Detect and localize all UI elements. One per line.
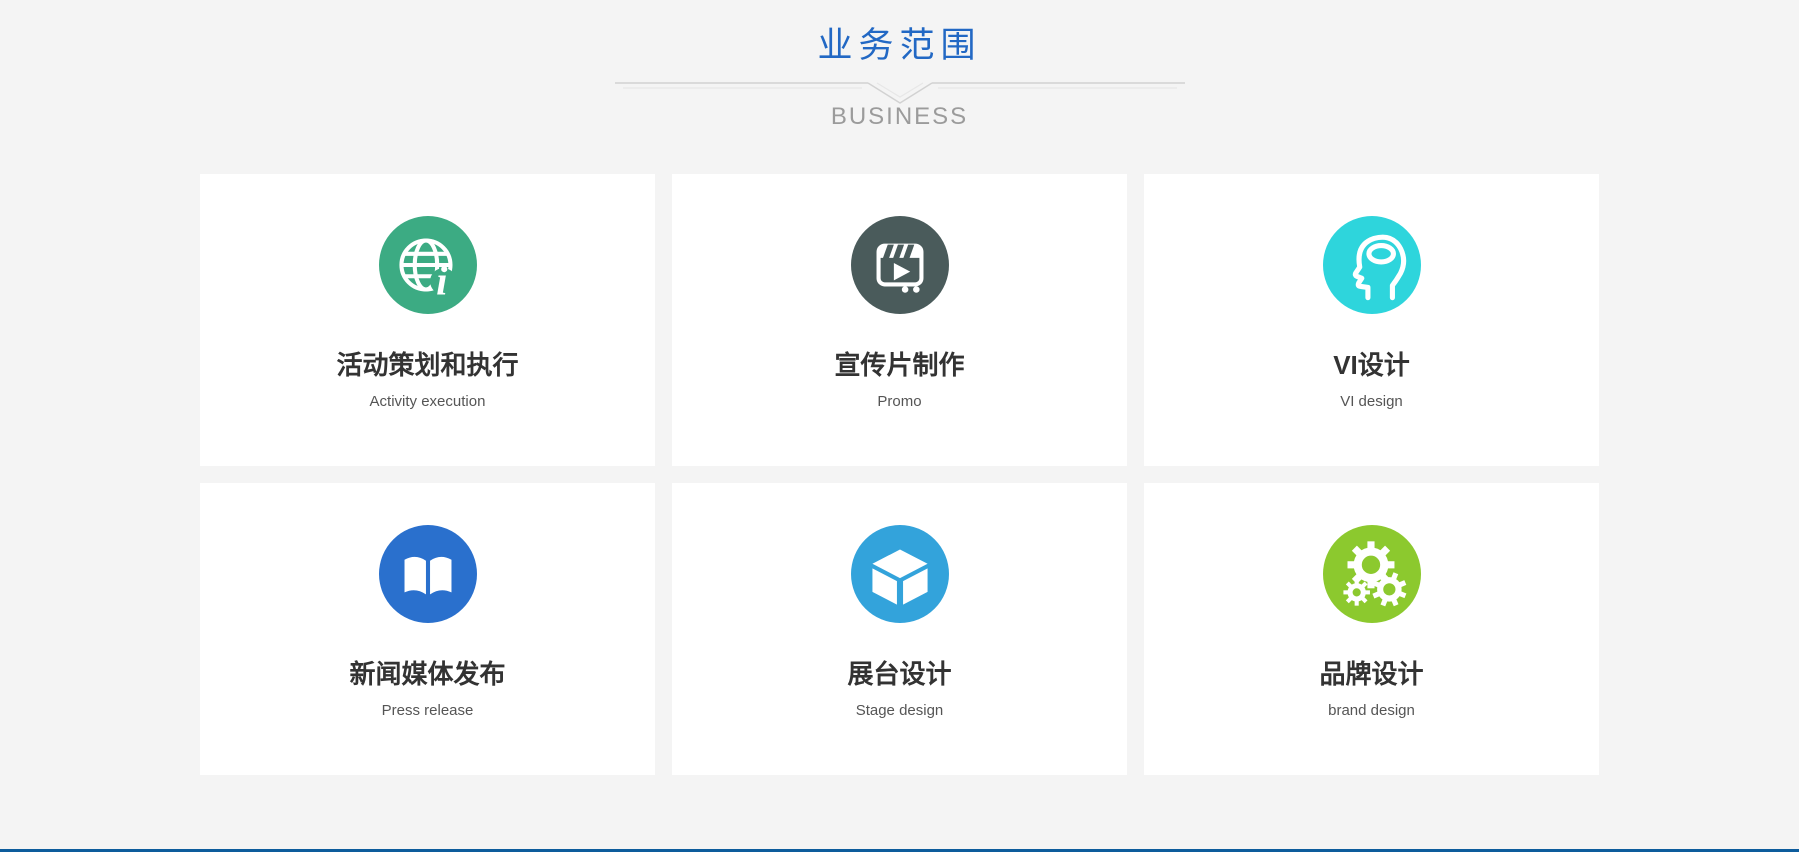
service-card-vi-design[interactable]: VI设计 VI design bbox=[1144, 174, 1599, 466]
service-title: 品牌设计 bbox=[1144, 656, 1599, 692]
service-subtitle: brand design bbox=[1144, 700, 1599, 721]
service-subtitle: Promo bbox=[672, 391, 1127, 412]
service-subtitle: Activity execution bbox=[200, 391, 655, 412]
service-title: 活动策划和执行 bbox=[200, 347, 655, 383]
service-title: 展台设计 bbox=[672, 656, 1127, 692]
service-card-activity-execution[interactable]: i 活动策划和执行 Activity execution bbox=[200, 174, 655, 466]
clapperboard-icon bbox=[851, 216, 949, 314]
cube-icon bbox=[851, 525, 949, 623]
service-title: 新闻媒体发布 bbox=[200, 656, 655, 692]
svg-text:i: i bbox=[436, 259, 448, 304]
page-subtitle: BUSINESS bbox=[0, 102, 1799, 132]
service-card-brand-design[interactable]: 品牌设计 brand design bbox=[1144, 483, 1599, 775]
open-book-icon bbox=[379, 525, 477, 623]
business-section-header: 业务范围 BUSINESS bbox=[0, 0, 1799, 132]
service-subtitle: Stage design bbox=[672, 700, 1127, 721]
service-card-stage-design[interactable]: 展台设计 Stage design bbox=[672, 483, 1127, 775]
gears-icon bbox=[1323, 525, 1421, 623]
service-title: 宣传片制作 bbox=[672, 347, 1127, 383]
service-card-promo[interactable]: 宣传片制作 Promo bbox=[672, 174, 1127, 466]
head-profile-icon bbox=[1323, 216, 1421, 314]
globe-info-icon: i bbox=[379, 216, 477, 314]
service-card-press-release[interactable]: 新闻媒体发布 Press release bbox=[200, 483, 655, 775]
services-grid: i 活动策划和执行 Activity execution 宣传片制作 Promo bbox=[200, 174, 1599, 775]
page-title: 业务范围 bbox=[0, 24, 1799, 68]
service-subtitle: VI design bbox=[1144, 391, 1599, 412]
service-title: VI设计 bbox=[1144, 347, 1599, 383]
service-subtitle: Press release bbox=[200, 700, 655, 721]
